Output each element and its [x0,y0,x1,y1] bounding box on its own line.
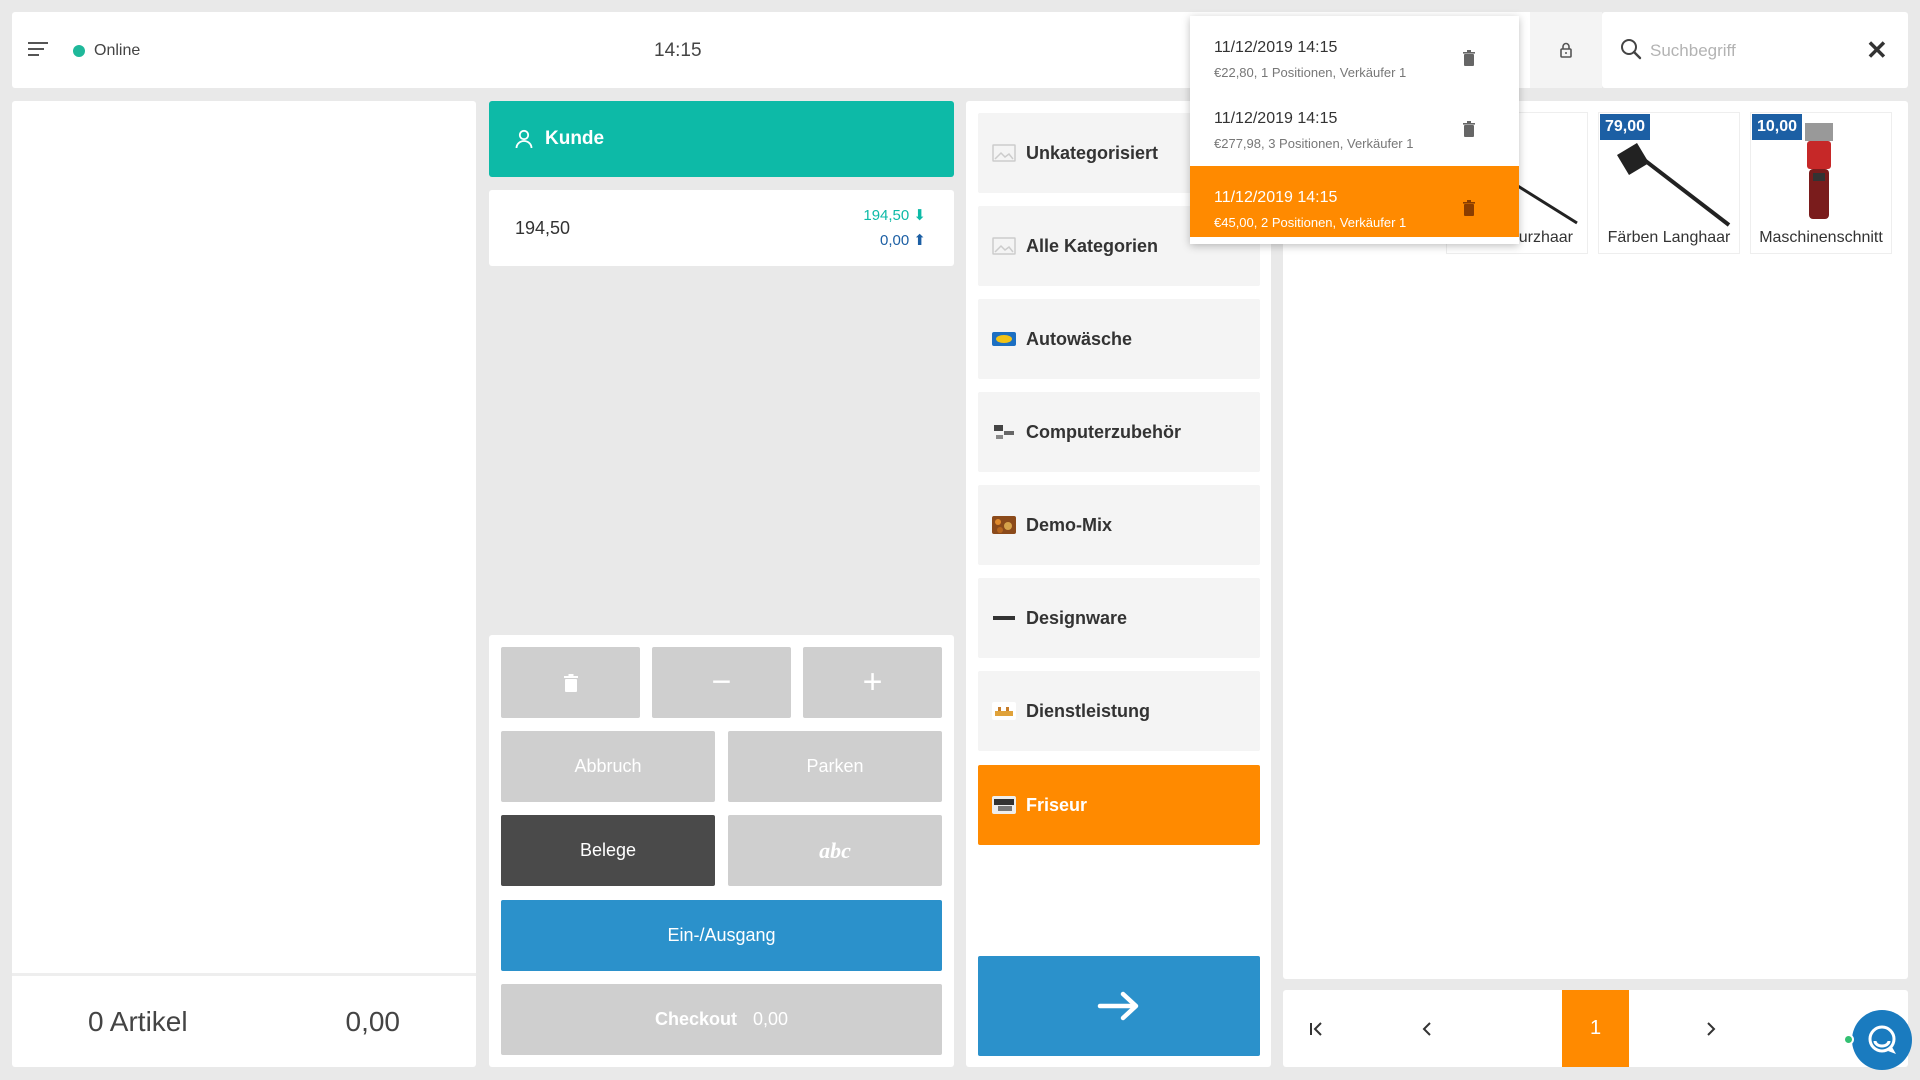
receipt-info: €22,80, 1 Positionen, Verkäufer 1 [1214,65,1407,80]
image-placeholder-icon [992,237,1016,255]
category-designware[interactable]: Designware [978,578,1260,658]
cart-summary: 0 Artikel 0,00 [12,973,476,1067]
image-placeholder-icon [992,144,1016,162]
trash-icon[interactable] [1462,200,1476,216]
chat-icon [1868,1025,1896,1054]
park-button[interactable]: Parken [728,731,942,802]
receipt-info: €45,00, 2 Positionen, Verkäufer 1 [1214,215,1407,230]
chevron-left-icon [1422,1021,1431,1036]
first-page-icon [1310,1021,1322,1036]
current-page[interactable]: 1 [1562,990,1629,1067]
search-input[interactable] [1650,38,1850,64]
receipt-date: 11/12/2019 14:15 [1214,110,1338,127]
hamburger-menu-icon[interactable] [28,42,48,58]
product-tile[interactable]: 79,00 Färben Langhaar [1599,113,1739,253]
clear-search-icon[interactable]: ✕ [1866,37,1888,63]
parked-receipt-item-selected[interactable]: 11/12/2019 14:15 €45,00, 2 Positionen, V… [1190,166,1519,237]
clock: 14:15 [654,40,702,61]
hairdresser-icon [992,796,1016,814]
support-chat-button[interactable] [1852,1010,1912,1070]
category-label: Dienstleistung [1026,700,1151,721]
category-label: Demo-Mix [1026,514,1113,535]
next-arrow-button[interactable] [978,956,1260,1056]
category-friseur[interactable]: Friseur [978,765,1260,845]
receipt-date: 11/12/2019 14:15 [1214,39,1338,56]
customer-label: Kunde [545,128,605,149]
search-icon [1621,39,1642,60]
arrow-up-icon: ⬆ [913,232,926,249]
search-bar: ✕ [1602,12,1908,88]
previous-page-button[interactable] [1393,990,1461,1067]
amount-outgoing-value: 0,00 [880,232,910,249]
cancel-button[interactable]: Abbruch [501,731,715,802]
keyboard-button[interactable]: abc [728,815,942,886]
receipt-info: €277,98, 3 Positionen, Verkäufer 1 [1214,136,1414,151]
amount-incoming: 194,50 ⬇ [863,206,926,224]
cart-item-count: 0 Artikel [88,1006,188,1037]
category-label: Friseur [1026,794,1088,815]
product-price: 10,00 [1752,114,1803,140]
category-computerzubehoer[interactable]: Computerzubehör [978,392,1260,472]
first-page-button[interactable] [1283,990,1351,1067]
cash-in-out-button[interactable]: Ein-/Ausgang [501,900,942,971]
category-list: Unkategorisiert Alle Kategorien Autowäsc… [966,101,1271,1067]
category-label: Computerzubehör [1026,421,1181,442]
parked-receipt-item[interactable]: 11/12/2019 14:15 €22,80, 1 Positionen, V… [1190,16,1519,87]
category-autowaesche[interactable]: Autowäsche [978,299,1260,379]
next-page-button[interactable] [1677,990,1745,1067]
checkout-button[interactable]: Checkout 0,00 [501,984,942,1055]
category-label: Alle Kategorien [1026,235,1159,256]
category-demo-mix[interactable]: Demo-Mix [978,485,1260,565]
cart-panel: 0 Artikel 0,00 [12,101,476,1067]
category-label: Autowäsche [1026,328,1133,349]
arrow-right-icon [1097,991,1139,1021]
demo-mix-icon [992,516,1016,534]
category-label: Unkategorisiert [1026,142,1159,163]
service-icon [992,702,1016,720]
amount-display: 194,50 194,50 ⬇ 0,00 ⬆ [489,190,954,266]
car-wash-icon [992,332,1016,346]
online-status-dot [73,45,85,57]
trash-icon[interactable] [1462,121,1476,137]
chat-online-indicator [1843,1034,1854,1045]
checkout-amount: 0,00 [752,1009,789,1029]
amount-outgoing: 0,00 ⬆ [880,231,926,249]
increase-quantity-button[interactable]: + [803,647,942,718]
arrow-down-icon: ⬇ [913,207,926,224]
delete-item-button[interactable] [501,647,640,718]
computer-accessories-icon [994,425,1014,439]
online-status-label: Online [94,42,141,59]
customer-button[interactable]: Kunde [489,101,954,177]
receipts-button[interactable]: Belege [501,815,715,886]
product-name: Färben Langhaar [1607,229,1731,246]
pagination: 1 [1283,990,1908,1067]
product-tile[interactable]: 10,00 Maschinenschnitt [1751,113,1891,253]
decrease-quantity-button[interactable]: − [652,647,791,718]
lock-button[interactable] [1530,12,1602,88]
amount-value: 194,50 [515,218,571,238]
product-price: 79,00 [1600,114,1651,140]
designer-logo-icon [993,616,1015,620]
amount-incoming-value: 194,50 [863,207,910,224]
action-keypad: − + Abbruch Parken Belege abc Ein-/Ausga… [489,635,954,1067]
parked-receipts-dropdown: 11/12/2019 14:15 €22,80, 1 Positionen, V… [1190,16,1519,244]
receipt-date: 11/12/2019 14:15 [1214,189,1338,206]
product-name: Maschinenschnitt [1759,229,1883,246]
chevron-right-icon [1707,1021,1716,1036]
cart-total: 0,00 [345,1006,401,1037]
checkout-label: Checkout [654,1009,737,1029]
parked-receipt-item[interactable]: 11/12/2019 14:15 €277,98, 3 Positionen, … [1190,87,1519,158]
category-dienstleistung[interactable]: Dienstleistung [978,671,1260,751]
trash-icon [563,673,578,692]
category-label: Designware [1026,607,1128,628]
trash-icon[interactable] [1462,50,1476,66]
user-icon [515,129,533,149]
lock-icon [1560,42,1572,58]
